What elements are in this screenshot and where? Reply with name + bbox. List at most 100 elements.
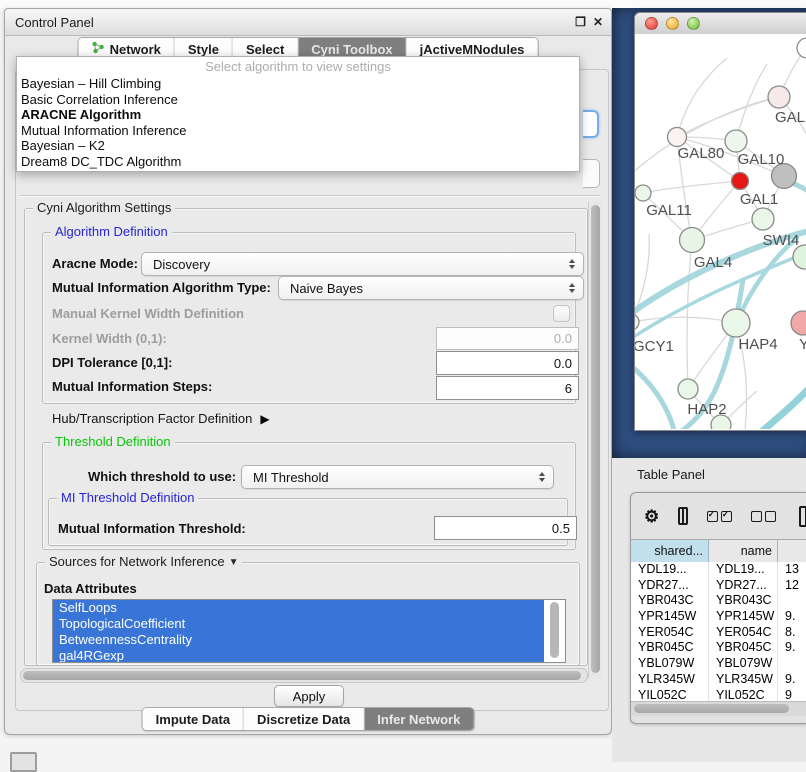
apply-button[interactable]: Apply — [274, 685, 344, 707]
mi-threshold-definition-title: MI Threshold Definition — [57, 490, 198, 505]
attribute-item-betweennesscentrality[interactable]: BetweennessCentrality — [53, 632, 544, 648]
tab-discretize-data[interactable]: Discretize Data — [244, 708, 364, 730]
table-row[interactable]: YLR345WYLR345W9. — [631, 672, 806, 688]
attribute-item-topologicalcoefficient[interactable]: TopologicalCoefficient — [53, 616, 544, 632]
network-edge — [643, 181, 740, 193]
algorithm-dropdown-popup: Select algorithm to view settings Bayesi… — [16, 56, 580, 172]
minimize-traffic-light-icon[interactable] — [666, 17, 679, 30]
table-row[interactable]: YPR145WYPR145W9. — [631, 609, 806, 625]
node-label-gal2: GAL2 — [775, 109, 806, 126]
settings-horizontal-scrollbar[interactable] — [20, 668, 588, 683]
sources-group-title[interactable]: Sources for Network Inference▼ — [45, 554, 242, 569]
network-edge — [687, 240, 692, 389]
tab-infer-network[interactable]: Infer Network — [364, 708, 473, 730]
zoom-traffic-light-icon[interactable] — [687, 17, 700, 30]
scrollbar-thumb[interactable] — [23, 671, 581, 680]
network-window-titlebar — [635, 13, 806, 35]
network-node-gal2[interactable] — [768, 86, 790, 108]
node-label-hap4: HAP4 — [738, 336, 777, 353]
network-node-y[interactable] — [791, 311, 806, 335]
gear-icon[interactable]: ⚙ — [644, 508, 659, 525]
close-window-icon[interactable]: ✕ — [593, 16, 603, 28]
network-node-gal1[interactable] — [732, 173, 749, 190]
which-threshold-select[interactable]: MI Threshold — [241, 465, 554, 489]
network-node-hap4[interactable] — [722, 309, 750, 337]
node-label-hap2: HAP2 — [687, 401, 726, 418]
scrollbar-thumb[interactable] — [591, 205, 600, 673]
scrollbar-thumb[interactable] — [634, 704, 789, 713]
table-cell: YDR27... — [631, 578, 709, 594]
table-cell: YBR043C — [709, 593, 778, 609]
algorithm-placeholder: Select algorithm to view settings — [17, 57, 579, 76]
algorithm-option-basic-correlation-inference[interactable]: Basic Correlation Inference — [17, 92, 579, 108]
checked-boxes-icon[interactable] — [707, 511, 732, 522]
close-traffic-light-icon[interactable] — [645, 17, 658, 30]
data-attributes-list[interactable]: SelfLoopsTopologicalCoefficientBetweenne… — [52, 599, 566, 663]
algorithm-option-aracne-algorithm[interactable]: ARACNE Algorithm — [17, 107, 579, 123]
hidden-combo-fragment — [583, 159, 600, 188]
table-cell: 9 — [778, 688, 806, 703]
network-node-gal11[interactable] — [635, 185, 651, 201]
mi-algorithm-type-value: Naive Bayes — [290, 281, 363, 296]
dpi-tolerance-field[interactable]: 0.0 — [436, 351, 579, 375]
table-horizontal-scrollbar[interactable] — [631, 701, 806, 716]
node-label-gcy1: GCY1 — [635, 338, 674, 355]
table-cell: YDR27... — [709, 578, 778, 594]
network-node-gal4[interactable] — [680, 228, 705, 253]
tab-impute-data[interactable]: Impute Data — [143, 708, 244, 730]
kernel-width-field[interactable]: 0.0 — [436, 327, 579, 350]
table-header-row: shared...name — [631, 539, 806, 563]
floating-panel-button[interactable] — [10, 752, 37, 772]
network-icon — [92, 41, 105, 57]
algorithm-option-mutual-information-inference[interactable]: Mutual Information Inference — [17, 123, 579, 139]
network-canvas[interactable]: GAL2GAL80GAL10GAL1GAL11SWI4GAL4GCY1HAP4Y… — [635, 34, 806, 429]
hub-transcription-factor-toggle[interactable]: Hub/Transcription Factor Definition▶ — [52, 411, 270, 426]
column-header-shared-[interactable]: shared... — [631, 540, 709, 562]
table-cell: YER054C — [709, 625, 778, 641]
unchecked-boxes-icon[interactable] — [751, 511, 776, 522]
column-header-name[interactable]: name — [709, 540, 778, 562]
float-window-icon[interactable]: ❒ — [575, 16, 586, 28]
mi-algorithm-type-label: Mutual Information Algorithm Type: — [52, 280, 271, 295]
network-edge-highlighted — [759, 382, 806, 429]
table-cell: YBL079W — [709, 656, 778, 672]
mi-steps-field[interactable]: 6 — [436, 376, 579, 400]
attribute-item-gal4rgexp[interactable]: gal4RGexp — [53, 648, 544, 663]
attribute-item-selfloops[interactable]: SelfLoops — [53, 600, 544, 616]
network-node-hap2[interactable] — [678, 379, 698, 399]
table-cell: YDL19... — [709, 562, 778, 578]
network-node-gal10[interactable] — [725, 130, 747, 152]
settings-vertical-scrollbar[interactable] — [588, 202, 602, 678]
document-icon[interactable] — [799, 506, 806, 527]
table-cell: YER054C — [631, 625, 709, 641]
split-columns-icon[interactable] — [678, 507, 687, 525]
network-node[interactable] — [797, 38, 806, 58]
table-row[interactable]: YBL079WYBL079W — [631, 656, 806, 672]
aracne-mode-select[interactable]: Discovery — [141, 252, 584, 276]
mi-threshold-label: Mutual Information Threshold: — [58, 521, 246, 536]
network-node-swi4[interactable] — [752, 208, 774, 230]
table-panel-title: Table Panel — [637, 467, 705, 482]
network-node-gal80[interactable] — [668, 128, 687, 147]
column-header-2[interactable] — [778, 540, 806, 562]
table-toolbar: ⚙ — [631, 493, 806, 539]
manual-kernel-width-checkbox[interactable] — [553, 305, 570, 322]
table-row[interactable]: YDR27...YDR27...12 — [631, 578, 806, 594]
aracne-mode-value: Discovery — [153, 257, 210, 272]
mi-threshold-field[interactable]: 0.5 — [434, 516, 577, 540]
table-row[interactable]: YBR045CYBR045C9. — [631, 640, 806, 656]
network-node-gcy1[interactable] — [635, 314, 639, 330]
algorithm-definition-title: Algorithm Definition — [51, 224, 172, 239]
mi-algorithm-type-select[interactable]: Naive Bayes — [278, 276, 584, 300]
list-vertical-scrollbar[interactable] — [550, 602, 559, 658]
which-threshold-label: Which threshold to use: — [88, 469, 236, 484]
table-row[interactable]: YER054CYER054C8. — [631, 625, 806, 641]
algorithm-option-bayesian-k2[interactable]: Bayesian – K2 — [17, 138, 579, 154]
table-row[interactable]: YDL19...YDL19...13 — [631, 562, 806, 578]
table-row[interactable]: YIL052CYIL052C9 — [631, 688, 806, 703]
mi-steps-label: Mutual Information Steps: — [52, 379, 212, 394]
algorithm-option-bayesian-hill-climbing[interactable]: Bayesian – Hill Climbing — [17, 76, 579, 92]
algorithm-option-dream8-dc-tdc-algorithm[interactable]: Dream8 DC_TDC Algorithm — [17, 154, 579, 170]
table-row[interactable]: YBR043CYBR043C — [631, 593, 806, 609]
tab-label: Style — [188, 42, 219, 57]
